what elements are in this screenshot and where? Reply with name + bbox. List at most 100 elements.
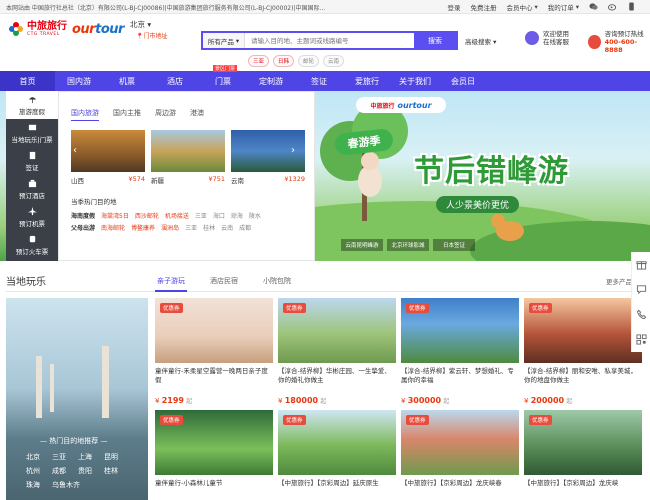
nav-tickets[interactable]: 门票 景区门票 [199,65,247,91]
prev-arrow-icon[interactable]: ‹ [73,145,77,156]
city-link[interactable]: 珠海 [26,480,52,490]
nav-about[interactable]: 关于我们 [391,71,439,91]
product-price: ¥ 180000 起 [278,396,327,405]
product-card[interactable]: 优惠券 童伴童行-小森林儿童节 [155,410,273,500]
more-products-link[interactable]: 更多产品 [606,276,632,286]
product-grid: 优惠券 童伴童行-禾柔星空露营一晚两日亲子度假 ¥ 2199 起 优惠券 【淳合… [155,298,642,500]
nav-badge: 景区门票 [213,65,238,72]
panel-tab[interactable]: 周边游 [155,108,176,121]
nav-member-day[interactable]: 会员日 [439,71,487,91]
next-arrow-icon[interactable]: › [291,145,295,156]
city-link[interactable]: 三亚 [52,452,78,462]
online-service[interactable]: 欢迎使用 在线客服 [525,30,569,46]
logo-text-en: CTG TRAVEL [27,31,60,37]
city-link[interactable]: 北京 [26,452,52,462]
banner-thumb[interactable]: 云南昆明峰游 [341,239,383,251]
my-orders-link[interactable]: 我的订单 ▾ [548,2,579,12]
destination-card[interactable]: 新疆 ¥751 [151,130,225,185]
nav-hotels[interactable]: 酒店 [151,71,199,91]
destination-card[interactable]: 云南 ¥1329 [231,130,305,185]
category-local-fun[interactable]: 当地玩乐|门票 [6,119,58,147]
chevron-down-icon: ▾ [235,36,240,45]
tab-hotels[interactable]: 酒店民宿 [210,276,238,286]
destination-card[interactable]: 山西 ¥574 [71,130,145,185]
chat-icon[interactable] [636,284,647,295]
product-price: ¥ 200000 起 [524,396,573,405]
banner-thumb[interactable]: 日本签证 [433,239,475,251]
city-link[interactable]: 杭州 [26,466,52,476]
city-link[interactable]: 昆明 [104,452,130,462]
nav-visa[interactable]: 签证 [295,71,343,91]
coupon-badge: 优惠券 [283,415,306,425]
product-image: 优惠券 [155,298,273,363]
search-input[interactable] [245,33,414,48]
tab-family[interactable]: 亲子游玩 [157,276,185,286]
city-link[interactable]: 乌鲁木齐 [52,480,104,490]
product-card[interactable]: 优惠券 【淳合-结界柳】紫云轩、梦想婚礼、专属你的幸福 ¥ 300000 起 [401,298,519,405]
product-image: 优惠券 [278,298,396,363]
login-link[interactable]: 登录 [447,2,460,12]
city-link[interactable]: 成都 [52,466,78,476]
member-center-link[interactable]: 会员中心 ▾ [506,2,537,12]
product-card[interactable]: 优惠券 【淳合-结界柳】丽和安唯、私享美城，你的地盘你做主 ¥ 200000 起 [524,298,642,405]
weibo-icon[interactable] [608,2,617,11]
nav-love-travel[interactable]: 爱旅行 [343,71,391,91]
product-name: 【淳合-结界柳】紫云轩、梦想婚礼、专属你的幸福 [401,367,514,384]
product-card[interactable]: 优惠券 童伴童行-禾柔星空露营一晚两日亲子度假 ¥ 2199 起 [155,298,273,405]
hot-tag[interactable]: 邮轮 [298,55,320,67]
hot-destinations-title: 当季热门目的地 [71,198,117,206]
nav-custom-tour[interactable]: 定制游 [247,71,295,91]
panel-tab[interactable]: 国内旅游 [71,108,99,121]
destination-promo-card[interactable]: — 热门目的地推荐 — 北京 三亚 上海 昆明 杭州 成都 贵阳 桂林 珠海 乌… [6,298,148,500]
panel-tab[interactable]: 国内主推 [113,108,141,121]
ourtour-logo[interactable]: ourtour [72,22,124,37]
category-hotel[interactable]: 预订酒店 [6,175,58,203]
nav-home[interactable]: 首页 [0,71,55,91]
hot-tag[interactable]: 三亚 [248,55,270,67]
product-name: 【中旅旅行】【京彩周边】延庆原生 [278,479,379,487]
category-train[interactable]: 预订火车票 [6,231,58,259]
gift-icon[interactable] [635,259,647,270]
product-card[interactable]: 优惠券 【中旅旅行】【京彩周边】龙庆峡 [524,410,642,500]
register-link[interactable]: 免费注册 [470,2,496,12]
coupon-badge: 优惠券 [406,415,429,425]
city-link[interactable]: 上海 [78,452,104,462]
banner-thumb[interactable]: 北京环球影城 [387,239,429,251]
ctg-travel-logo[interactable]: 中旅旅行 CTG TRAVEL [8,21,67,37]
hot-tag[interactable]: 日韩 [273,55,295,67]
umbrella-icon [28,96,36,103]
city-link[interactable]: 贵阳 [78,466,104,476]
qrcode-icon[interactable] [635,334,647,345]
panel-cards: 山西 ¥574 新疆 ¥751 云南 ¥1329 [71,130,305,185]
hot-tag[interactable]: 云南 [323,55,345,67]
nav-domestic[interactable]: 国内游 [55,71,103,91]
panel-tabs: 国内旅游 国内主推 周边游 港澳 [71,108,204,121]
category-flight[interactable]: 预订机票 [6,203,58,231]
city-selector[interactable]: 北京 ▾ [130,19,151,30]
phone-icon [588,35,601,49]
wechat-icon[interactable] [589,2,598,11]
category-vacation[interactable]: 旅游度假 [6,91,58,119]
panel-tab[interactable]: 港澳 [190,108,204,121]
destination-panel: 国内旅游 国内主推 周边游 港澳 山西 ¥574 新疆 ¥751 云南 ¥1329 ‹… [58,91,315,261]
tab-courtyard[interactable]: 小院包院 [263,276,291,286]
product-card[interactable]: 优惠券 【淳合-结界柳】华彬庄园、一生挚爱、你的婚礼你做主 ¥ 180000 起 [278,298,396,405]
category-visa[interactable]: 签证 [6,147,58,175]
search-category-select[interactable]: 所有产品 ▾ [203,33,245,48]
store-address-link[interactable]: 📍门市地址 [136,31,168,40]
mobile-icon[interactable] [627,2,636,11]
product-image: 优惠券 [278,410,396,475]
product-card[interactable]: 优惠券 【中旅旅行】【京彩周边】延庆原生 [278,410,396,500]
section-divider [6,291,631,292]
pagoda-image [50,364,54,412]
banner-title: 节后错峰游 [414,154,569,189]
search-button[interactable]: 搜索 [414,33,456,48]
product-card[interactable]: 优惠券 【中旅旅行】【京彩周边】龙庆峡春 [401,410,519,500]
nav-flights[interactable]: 机票 [103,71,151,91]
city-link[interactable]: 桂林 [104,466,130,476]
coupon-badge: 优惠券 [529,303,552,313]
hot-search-tags: 三亚 日韩 邮轮 云南 [248,55,345,67]
advanced-search-link[interactable]: 高级搜索 ▾ [465,36,496,46]
phone-icon[interactable] [636,309,647,320]
product-name: 【中旅旅行】【京彩周边】龙庆峡春 [401,479,502,487]
